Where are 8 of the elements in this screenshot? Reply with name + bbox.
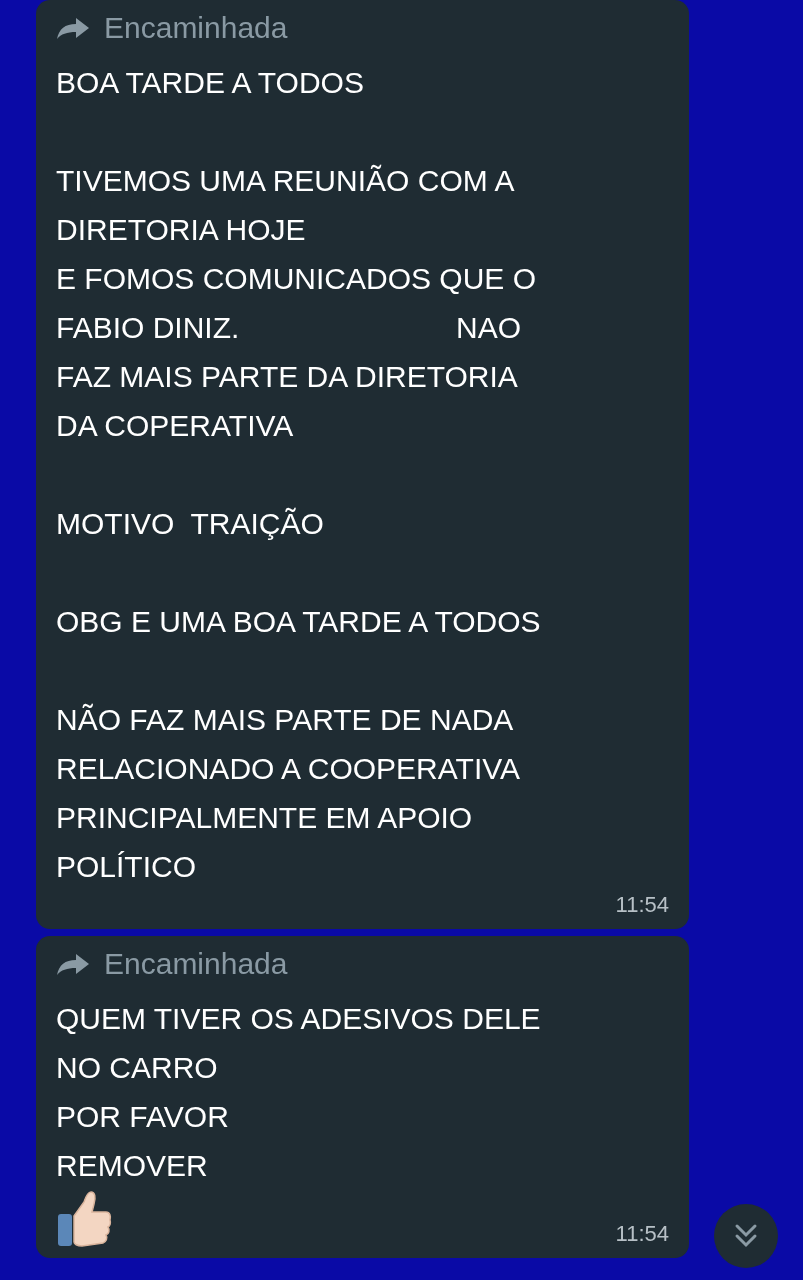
forwarded-label: Encaminhada — [104, 10, 288, 46]
message-time: 11:54 — [615, 891, 669, 919]
forwarded-label: Encaminhada — [104, 946, 288, 982]
forward-icon — [56, 16, 90, 40]
message-text: QUEM TIVER OS ADESIVOS DELE NO CARRO POR FAVOR REMOVER — [56, 1001, 542, 1184]
message-time: 11:54 — [615, 1220, 669, 1248]
forward-icon — [56, 952, 90, 976]
message-text: BOA TARDE A TODOS TIVEMOS UMA REUNIÃO COM A DIRETORIA HOJE E FOMOS COMUNICADOS QUE O FABIO DINIZ. NAO FAZ MAIS PARTE DA DIRETORIA DA COPERATIVA MOTIVO TRAIÇÃO OBG E UMA BOA TARDE A TODOS NÃO FAZ MAIS PARTE DE NADA RELACIONADO A COOPERATIVA PRINCIPALMENTE EM APOIO POLÍTICO — [56, 65, 542, 885]
